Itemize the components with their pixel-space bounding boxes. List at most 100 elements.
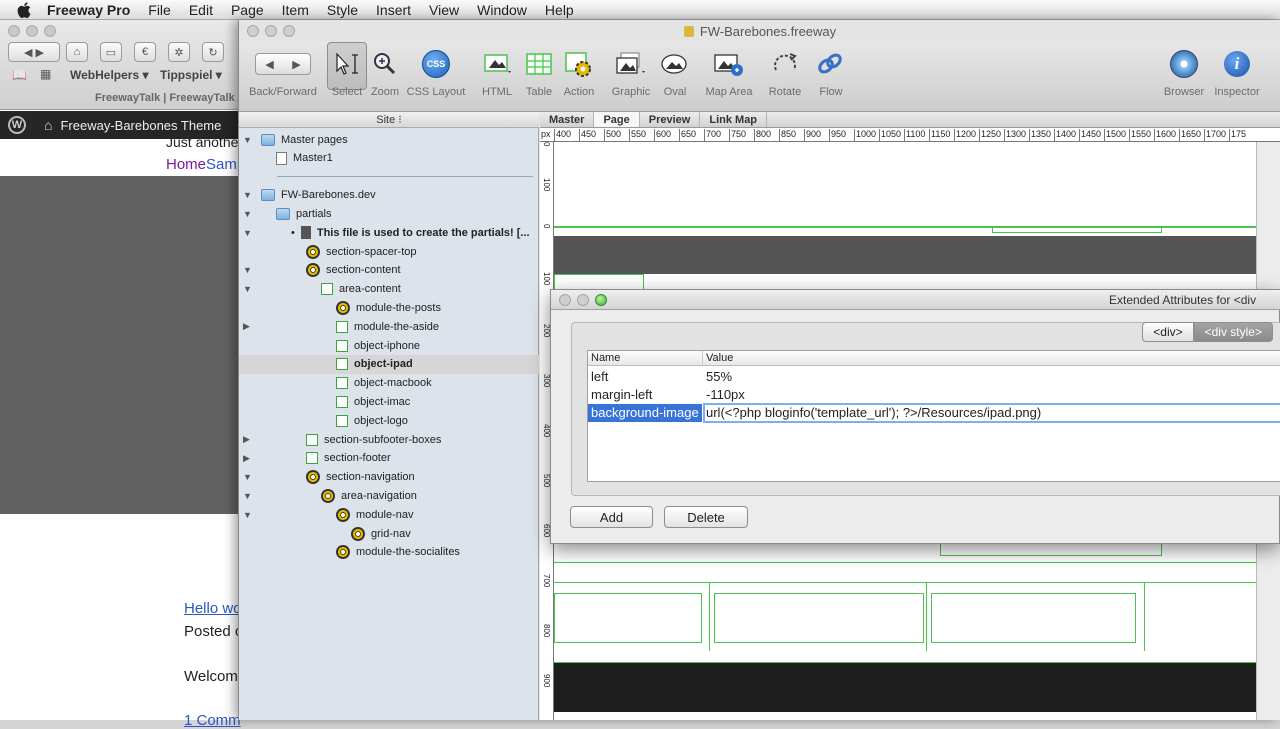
wordpress-logo-icon[interactable]: W <box>8 116 26 134</box>
tree-row-label: area-navigation <box>341 489 417 502</box>
disclosure-expanded-icon[interactable]: ▼ <box>243 190 253 200</box>
document-proxy-icon[interactable] <box>683 25 694 37</box>
reading-list-icon[interactable]: 📖 <box>12 68 27 82</box>
apple-menu-icon[interactable] <box>14 0 34 20</box>
top-sites-grid-icon[interactable]: ▦ <box>40 67 51 81</box>
preview-in-browser-button[interactable]: Browser <box>1154 42 1214 98</box>
disclosure-expanded-icon[interactable]: ▼ <box>243 510 253 520</box>
menu-item[interactable]: Item <box>273 2 318 18</box>
tree-row[interactable]: section-spacer-top <box>239 242 539 261</box>
tree-row[interactable]: module-the-socialites <box>239 543 539 562</box>
map-area-tool[interactable]: Map Area <box>699 42 759 98</box>
flow-tool[interactable]: Flow <box>801 42 861 98</box>
tree-row[interactable]: object-ipad <box>239 354 539 374</box>
bookmark-webhelpers[interactable]: WebHelpers ▾ <box>70 68 149 82</box>
ruler-tick: 1700 <box>1204 129 1226 141</box>
tab-view-icon[interactable]: ▭ <box>100 42 122 62</box>
nav-link-home[interactable]: Home <box>166 156 206 173</box>
tree-row[interactable]: ▼ module-nav <box>239 505 539 524</box>
action-tool[interactable]: Action <box>549 42 609 98</box>
column-header-value[interactable]: Value <box>706 352 733 364</box>
back-forward-button[interactable]: ◀ ▶ Back/Forward <box>241 42 325 98</box>
site-panel-header[interactable]: Site ⁝ <box>239 112 539 128</box>
tree-row[interactable]: object-imac <box>239 392 539 411</box>
wp-site-name[interactable]: Freeway-Barebones Theme <box>60 118 221 133</box>
disclosure-expanded-icon[interactable]: ▼ <box>243 209 253 219</box>
disclosure-expanded-icon[interactable]: ▼ <box>243 265 253 275</box>
tree-row[interactable]: ▼ section-navigation <box>239 468 539 487</box>
css-layout-tool[interactable]: CSS CSS Layout <box>405 42 467 98</box>
tree-row[interactable]: ▼ area-content <box>239 280 539 299</box>
browser-minimize-button[interactable] <box>26 25 38 37</box>
window-title-bar: FW-Barebones.freeway <box>239 20 1280 42</box>
attr-value-editing[interactable]: url(<?php bloginfo('template_url'); ?>/R… <box>706 405 1041 420</box>
tree-row[interactable]: object-iphone <box>239 336 539 355</box>
segment-div-style[interactable]: <div style> <box>1193 322 1273 342</box>
app-menu[interactable]: Freeway Pro <box>38 2 139 18</box>
table-row[interactable]: left 55% <box>588 368 1280 386</box>
tab-page[interactable]: Page <box>594 112 640 127</box>
dialog-minimize-button[interactable] <box>577 294 589 306</box>
menu-style[interactable]: Style <box>318 2 367 18</box>
browser-tab-title[interactable]: FreewayTalk | FreewayTalk <box>95 92 235 104</box>
menu-page[interactable]: Page <box>222 2 273 18</box>
tree-row[interactable]: ▼ Master pages <box>239 130 539 149</box>
browser-close-button[interactable] <box>8 25 20 37</box>
tree-row[interactable]: object-macbook <box>239 374 539 393</box>
dialog-close-button[interactable] <box>559 294 571 306</box>
table-row[interactable]: margin-left -110px <box>588 386 1280 404</box>
tree-row[interactable]: ▼ area-navigation <box>239 486 539 505</box>
add-button[interactable]: Add <box>570 506 653 528</box>
tree-row[interactable]: ▶ section-footer <box>239 449 539 468</box>
table-row-selected[interactable]: background-image url(<?php bloginfo('tem… <box>588 403 1280 423</box>
browser-zoom-button[interactable] <box>44 25 56 37</box>
delete-button[interactable]: Delete <box>664 506 748 528</box>
disclosure-expanded-icon[interactable]: ▼ <box>243 491 253 501</box>
menu-edit[interactable]: Edit <box>180 2 222 18</box>
tab-link-map[interactable]: Link Map <box>700 112 768 127</box>
tree-row[interactable]: ▼ • This file is used to create the partia… <box>239 223 539 242</box>
comments-link[interactable]: 1 Comm <box>184 712 241 729</box>
tree-row[interactable]: grid-nav <box>239 524 539 543</box>
tab-master[interactable]: Master <box>540 112 595 127</box>
bookmark-tippspiel[interactable]: Tippspiel ▾ <box>160 68 222 82</box>
ruler-tick: 550 <box>629 129 646 141</box>
menu-file[interactable]: File <box>139 2 180 18</box>
tree-row[interactable]: module-the-posts <box>239 298 539 317</box>
tree-row[interactable]: ▶ section-subfooter-boxes <box>239 430 539 449</box>
tree-row[interactable]: ▶ module-the-aside <box>239 317 539 336</box>
shield-icon[interactable]: € <box>134 42 156 62</box>
menu-window[interactable]: Window <box>468 2 536 18</box>
post-title-link[interactable]: Hello wo <box>184 600 242 617</box>
tree-row[interactable]: object-logo <box>239 411 539 430</box>
browser-back-forward-button[interactable]: ◀ ▶ <box>8 42 60 62</box>
disclosure-collapsed-icon[interactable]: ▶ <box>243 321 253 332</box>
disclosure-expanded-icon[interactable]: ▼ <box>243 472 253 482</box>
tree-row[interactable]: Master1 <box>239 149 539 168</box>
disclosure-expanded-icon[interactable]: ▼ <box>243 284 253 294</box>
home-icon[interactable]: ⌂ <box>66 42 88 62</box>
bug-icon[interactable]: ✲ <box>168 42 190 62</box>
inspector-button[interactable]: i Inspector <box>1207 42 1267 98</box>
tree-row[interactable]: ▼ section-content <box>239 261 539 280</box>
tree-row[interactable]: ▼ partials <box>239 204 539 223</box>
horizontal-ruler[interactable]: px 400 450 500 550 600 650 700 750 800 850 900 950 1… <box>540 128 1280 142</box>
menu-view[interactable]: View <box>420 2 468 18</box>
reload-icon[interactable]: ↻ <box>202 42 224 62</box>
tab-preview[interactable]: Preview <box>640 112 701 127</box>
window-zoom-button[interactable] <box>283 25 295 37</box>
disclosure-collapsed-icon[interactable]: ▶ <box>243 434 253 445</box>
disclosure-collapsed-icon[interactable]: ▶ <box>243 453 253 464</box>
menu-insert[interactable]: Insert <box>367 2 420 18</box>
column-header-name[interactable]: Name <box>591 352 620 364</box>
window-minimize-button[interactable] <box>265 25 277 37</box>
tree-row-label: section-footer <box>324 452 391 465</box>
dialog-zoom-button[interactable] <box>595 294 607 306</box>
segment-div[interactable]: <div> <box>1142 322 1194 342</box>
oval-tool[interactable]: Oval <box>645 42 705 98</box>
disclosure-expanded-icon[interactable]: ▼ <box>243 228 253 238</box>
menu-help[interactable]: Help <box>536 2 583 18</box>
window-close-button[interactable] <box>247 25 259 37</box>
disclosure-expanded-icon[interactable]: ▼ <box>243 135 253 145</box>
tree-row[interactable]: ▼ FW-Barebones.dev <box>239 186 539 205</box>
